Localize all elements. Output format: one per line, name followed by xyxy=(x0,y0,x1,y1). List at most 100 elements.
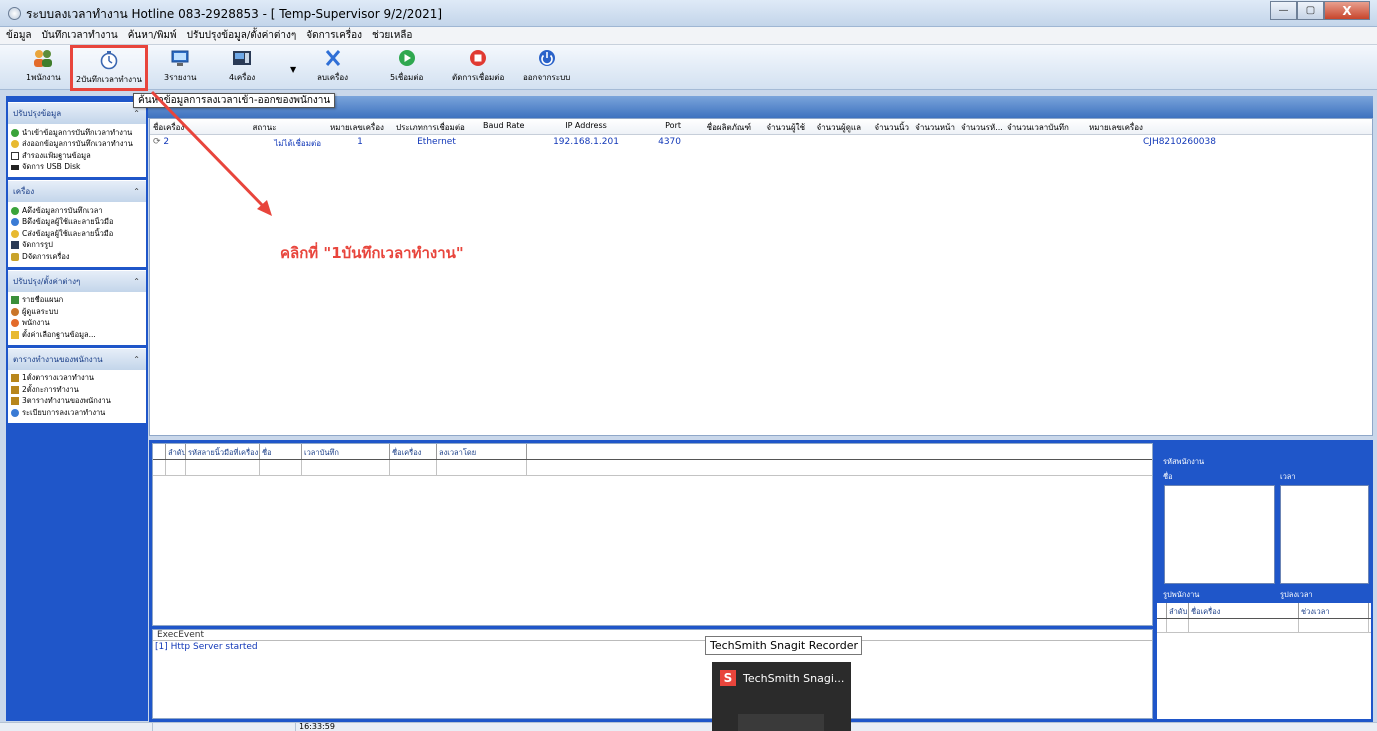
delete-x-icon xyxy=(322,48,344,68)
col-seq[interactable]: ลำดับ xyxy=(1167,603,1189,618)
col-seq[interactable]: ลำดับ xyxy=(166,444,186,459)
col-record-time[interactable]: เวลาบันทึก xyxy=(302,444,390,459)
collapse-chevron-icon[interactable]: ⌃ xyxy=(133,187,140,196)
stopwatch-icon xyxy=(98,50,120,70)
row-selector xyxy=(1157,619,1167,632)
col-product-name[interactable]: ชื่อผลิตภัณฑ์ xyxy=(684,119,754,134)
sidebar-item-timetable[interactable]: 1ตั้งตารางเวลาทำงาน xyxy=(8,373,146,385)
col-device-name[interactable]: ชื่อเครื่อง xyxy=(1189,603,1299,618)
table-row[interactable] xyxy=(1157,619,1371,633)
col-finger-count[interactable]: จำนวนนิ้ว xyxy=(864,119,912,134)
col-face-count[interactable]: จำนวนหน้า xyxy=(912,119,958,134)
row-selector xyxy=(153,460,166,475)
col-device-name[interactable]: ชื่อเครื่อง xyxy=(390,444,437,459)
employee-button[interactable]: 1พนักงาน xyxy=(26,48,61,86)
menu-data[interactable]: ข้อมูล xyxy=(6,28,32,43)
col-serial-number[interactable]: หมายเลขเครื่อง xyxy=(1086,119,1176,134)
cogs-icon xyxy=(11,252,19,261)
admin-icon xyxy=(11,307,19,316)
col-port[interactable]: Port xyxy=(634,119,684,134)
sidebar-item-usb[interactable]: จัดการ USB Disk xyxy=(8,162,146,174)
rules-icon xyxy=(11,408,19,417)
sidebar-item-shifts[interactable]: 2ตั้งกะการทำงาน xyxy=(8,384,146,396)
table-row[interactable]: ⟳ 2 ไม่ได้เชื่อมต่อ 1 Ethernet 192.168.1… xyxy=(150,135,1372,149)
col-device-name[interactable]: ชื่อเครื่อง xyxy=(150,119,202,134)
time-label: เวลา xyxy=(1280,472,1296,481)
sidebar-item-upload-users[interactable]: Cส่งข้อมูลผู้ใช้และลายนิ้วมือ xyxy=(8,228,146,240)
sidebar-group-title: ตารางทำงานของพนักงาน xyxy=(13,354,103,364)
col-name[interactable]: ชื่อ xyxy=(260,444,302,459)
sidebar-group-header[interactable]: ปรับปรุง/ตั้งค่าต่างๆ ⌃ xyxy=(8,269,146,292)
menu-search-print[interactable]: ค้นหา/พิมพ์ xyxy=(128,28,177,43)
sidebar-item-download-users[interactable]: Bดึงข้อมูลผู้ใช้และลายนิ้วมือ xyxy=(8,217,146,229)
sidebar-item-db-settings[interactable]: ตั้งค่าเลือกฐานข้อมูล... xyxy=(8,329,146,341)
menu-help[interactable]: ช่วยเหลือ xyxy=(372,28,412,43)
refresh-icon: ⟳ xyxy=(153,137,164,147)
collapse-chevron-icon[interactable]: ⌃ xyxy=(133,277,140,286)
close-button[interactable]: X xyxy=(1324,1,1370,20)
calendar-icon xyxy=(11,397,19,406)
col-admin-count[interactable]: จำนวนผู้ดูแล xyxy=(808,119,864,134)
maximize-button[interactable]: ▢ xyxy=(1297,1,1324,20)
sidebar-item-download-logs[interactable]: Aดึงข้อมูลการบันทึกเวลา xyxy=(8,205,146,217)
logout-button-label: ออกจากระบบ xyxy=(523,73,571,82)
sidebar-group-schedule: ตารางทำงานของพนักงาน ⌃ 1ตั้งตารางเวลาทำง… xyxy=(8,347,146,423)
sidebar-group-header[interactable]: ตารางทำงานของพนักงาน ⌃ xyxy=(8,347,146,370)
power-icon xyxy=(536,48,558,68)
minimize-button[interactable]: — xyxy=(1270,1,1297,20)
col-status[interactable]: สถานะ xyxy=(202,119,327,134)
menu-settings[interactable]: ปรับปรุงข้อมูล/ตั้งค่าต่างๆ xyxy=(187,28,297,43)
attendance-log-header: ลำดับ รหัสลายนิ้วมือที่เครื่อง ชื่อ เวลา… xyxy=(153,444,1152,460)
employee-code-label: รหัสพนักงาน xyxy=(1163,457,1205,466)
sidebar-item-export[interactable]: ส่งออกข้อมูลการบันทึกเวลาทำงาน xyxy=(8,139,146,151)
sidebar-item-rules[interactable]: ระเบียบการลงเวลาทำงาน xyxy=(8,407,146,419)
cell-device-name: ⟳ 2 xyxy=(153,137,170,147)
sidebar-item-departments[interactable]: รายชื่อแผนก xyxy=(8,295,146,307)
sidebar-group-header[interactable]: เครื่อง ⌃ xyxy=(8,180,146,202)
employee-photo xyxy=(1164,485,1275,584)
col-device-number[interactable]: หมายเลขเครื่อง xyxy=(327,119,393,134)
time-photo xyxy=(1280,485,1369,584)
cell-device-number: 1 xyxy=(357,137,363,147)
collapse-chevron-icon[interactable]: ⌃ xyxy=(133,355,140,364)
sidebar-item-photos[interactable]: จัดการรูป xyxy=(8,240,146,252)
menu-device[interactable]: จัดการเครื่อง xyxy=(306,28,362,43)
cell-connection-type: Ethernet xyxy=(417,137,456,147)
col-baud-rate[interactable]: Baud Rate xyxy=(480,119,538,134)
sidebar-item-backup[interactable]: สำรองแฟ้มฐานข้อมูล xyxy=(8,150,146,162)
sidebar-item-employee-schedule[interactable]: 3ตารางทำงานของพนักงาน xyxy=(8,396,146,408)
disconnect-button[interactable]: ตัดการเชื่อมต่อ xyxy=(452,48,504,86)
table-row[interactable] xyxy=(153,460,1152,476)
col-user-count[interactable]: จำนวนผู้ใช้ xyxy=(754,119,808,134)
cell-empty xyxy=(1299,619,1369,632)
sidebar-item-employees[interactable]: พนักงาน xyxy=(8,318,146,330)
menu-bar: ข้อมูล บันทึกเวลาทำงาน ค้นหา/พิมพ์ ปรับป… xyxy=(0,27,1377,45)
snagit-thumbnail xyxy=(738,714,824,731)
col-ip-address[interactable]: IP Address xyxy=(538,119,634,134)
snagit-taskbar-preview[interactable]: S TechSmith Snagi... xyxy=(712,662,851,731)
sidebar-item-import[interactable]: นำเข้าข้อมูลการบันทึกเวลาทำงาน xyxy=(8,127,146,139)
col-connection-type[interactable]: ประเภทการเชื่อมต่อ xyxy=(393,119,480,134)
cell-empty xyxy=(260,460,302,475)
time-record-button[interactable]: 2บันทึกเวลาทำงาน xyxy=(70,45,149,91)
col-fingerprint-id[interactable]: รหัสลายนิ้วมือที่เครื่อง xyxy=(186,444,260,459)
col-recorded-by[interactable]: ลงเวลาโดย xyxy=(437,444,527,459)
logout-button[interactable]: ออกจากระบบ xyxy=(523,48,570,86)
menu-time-record[interactable]: บันทึกเวลาทำงาน xyxy=(42,28,118,43)
sidebar-item-admins[interactable]: ผู้ดูแลระบบ xyxy=(8,306,146,318)
snagit-tooltip: TechSmith Snagit Recorder xyxy=(705,636,862,655)
col-time-range[interactable]: ช่วงเวลา xyxy=(1299,603,1369,618)
sidebar-group-header[interactable]: ปรับปรุงข้อมูล ⌃ xyxy=(8,102,146,124)
device-button[interactable]: 4เครื่อง xyxy=(229,48,255,86)
connect-button-label: 5เชื่อมต่อ xyxy=(390,73,424,82)
delete-device-button[interactable]: ลบเครื่อง xyxy=(317,48,348,86)
col-record-count[interactable]: จำนวนเวลาบันทึก xyxy=(1004,119,1086,134)
device-button-label: 4เครื่อง xyxy=(229,73,256,82)
report-button[interactable]: 3รายงาน xyxy=(164,48,196,86)
connect-button[interactable]: 5เชื่อมต่อ xyxy=(390,48,423,86)
device-dropdown-caret[interactable]: ▼ xyxy=(290,65,296,74)
sidebar-item-manage-device[interactable]: Dจัดการเครื่อง xyxy=(8,251,146,263)
time-photo-label: รูปลงเวลา xyxy=(1280,590,1313,599)
col-password-count[interactable]: จำนวนรหั... xyxy=(958,119,1004,134)
collapse-chevron-icon[interactable]: ⌃ xyxy=(133,109,140,118)
